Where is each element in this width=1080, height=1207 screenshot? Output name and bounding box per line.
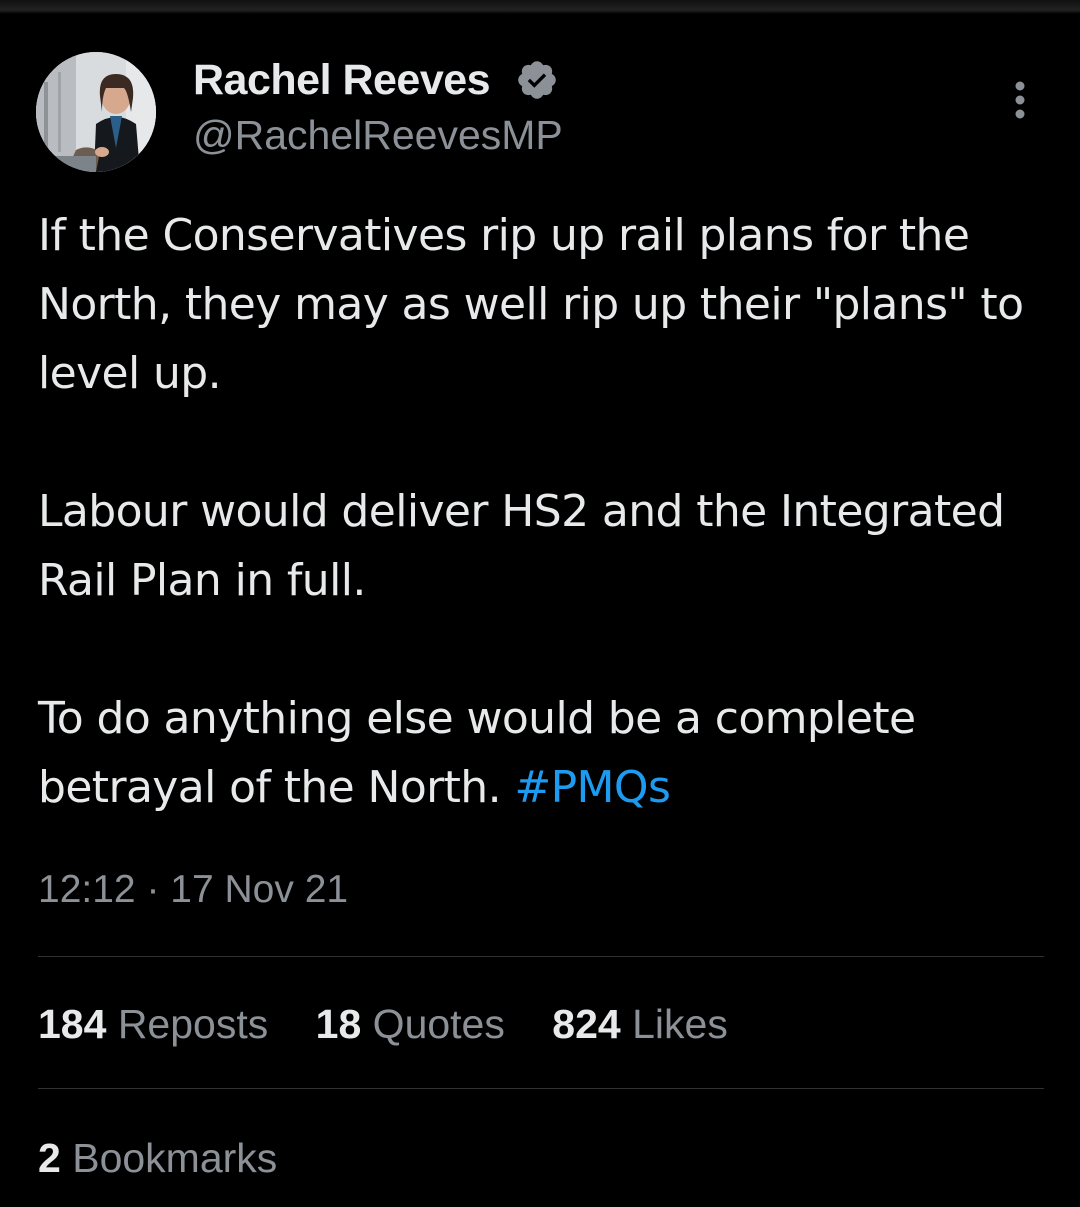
bookmarks-label: Bookmarks [72,1135,278,1181]
timestamp[interactable]: 12:12 · 17 Nov 21 [38,868,348,912]
tweet-time: 12:12 [38,868,136,911]
quotes-label: Quotes [372,1001,505,1047]
tweet-paragraph-text: To do anything else would be a complete … [38,693,916,813]
quotes-count: 18 [315,1001,362,1047]
divider [38,1088,1044,1089]
tweet-text: If the Conservatives rip up rail plans f… [38,201,1058,822]
display-name[interactable]: Rachel Reeves [193,56,491,105]
top-edge [0,0,1080,14]
tweet-paragraph: If the Conservatives rip up rail plans f… [38,210,1024,399]
separator-dot: · [146,868,160,911]
reposts-count: 184 [38,1001,107,1047]
bookmarks-count: 2 [38,1135,61,1181]
likes-count: 824 [552,1001,621,1047]
bookmarks-stat[interactable]: 2 Bookmarks [38,1135,277,1182]
divider [38,956,1044,957]
hashtag-link[interactable]: #PMQs [514,762,671,813]
reposts-label: Reposts [117,1001,269,1047]
engagement-stats: 184 Reposts 18 Quotes 824 Likes [38,1001,764,1048]
quotes-stat[interactable]: 18 Quotes [316,1001,505,1047]
tweet-paragraph: Labour would deliver HS2 and the Integra… [38,486,1005,606]
likes-label: Likes [632,1001,728,1047]
reposts-stat[interactable]: 184 Reposts [38,1001,268,1047]
tweet-date: 17 Nov 21 [170,868,349,911]
tweet-paragraph: To do anything else would be a complete … [38,684,1058,822]
verified-badge-icon [518,61,556,99]
more-vertical-icon[interactable] [1000,78,1040,122]
author-handle[interactable]: @RachelReevesMP [193,112,563,159]
likes-stat[interactable]: 824 Likes [552,1001,728,1047]
avatar[interactable] [36,52,156,172]
